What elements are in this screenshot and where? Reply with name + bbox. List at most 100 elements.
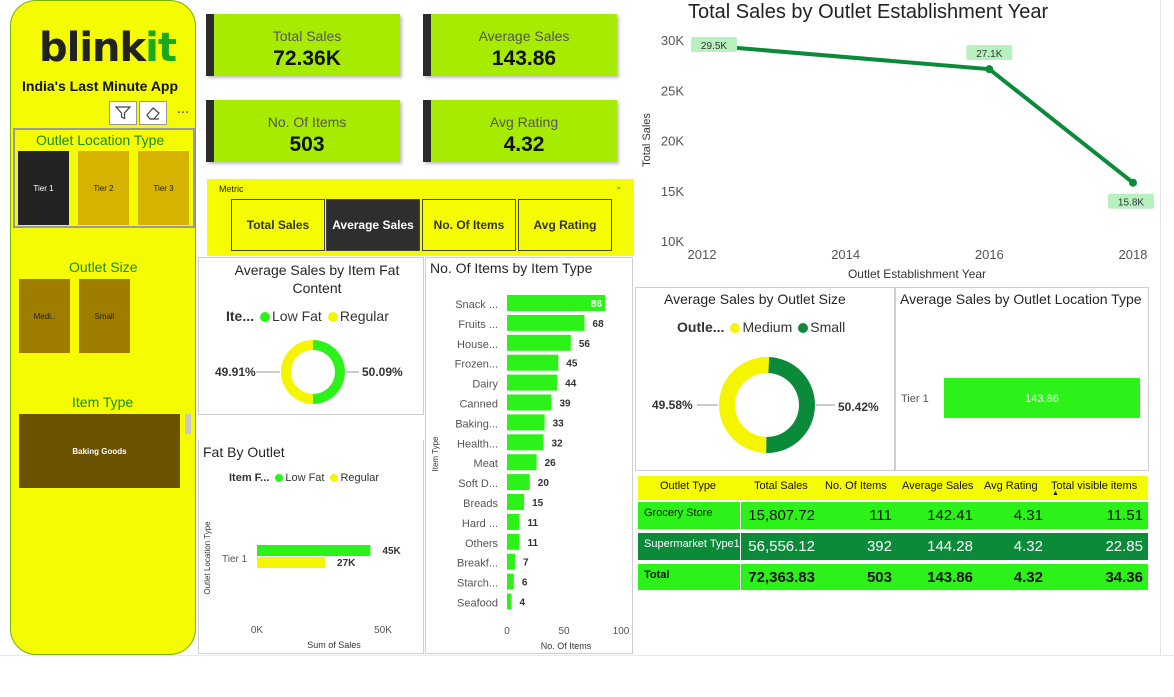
- y-tick-label: Snack ...: [455, 299, 498, 311]
- kpi-value: 143.86: [491, 47, 557, 70]
- chevron-down-icon[interactable]: ⌄: [615, 182, 623, 192]
- column-header-avg-rating[interactable]: Avg Rating: [984, 480, 1038, 492]
- column-header-no-of-items[interactable]: No. Of Items: [825, 480, 887, 492]
- items-by-type-panel[interactable]: No. Of Items by Item Type Snack ... 86 Fru…: [425, 257, 633, 654]
- outlet-size-panel[interactable]: Average Sales by Outlet Size Outle... Med…: [635, 287, 895, 471]
- data-label: 15: [532, 498, 544, 509]
- x-tick-label: 50: [558, 626, 570, 637]
- line-point: [1129, 178, 1137, 187]
- metric-button-total-sales[interactable]: Total Sales: [231, 199, 325, 251]
- y-tick-label: Tier 1: [901, 393, 929, 405]
- y-tick-label: Breakf...: [457, 558, 498, 570]
- line-chart-panel[interactable]: Total Sales by Outlet Establishment Year…: [636, 0, 1156, 285]
- more-options-icon[interactable]: ···: [169, 101, 197, 125]
- x-tick-label: 2016: [975, 247, 1004, 262]
- data-label: 45K: [382, 546, 401, 557]
- cell-average-sales: 143.86: [927, 569, 973, 586]
- kpi-label: Average Sales: [478, 28, 570, 44]
- item-type-scrollbar[interactable]: [185, 414, 191, 434]
- slicer-tile-baking-goods[interactable]: Baking Goods: [19, 414, 180, 488]
- data-label: 6: [522, 578, 528, 589]
- logo-text: blink: [39, 25, 146, 71]
- y-tick-label: 20K: [661, 134, 684, 149]
- y-tick-label: 25K: [661, 83, 684, 98]
- cell-total-sales: 72,363.83: [748, 569, 815, 586]
- fat-content-donut: [256, 340, 359, 404]
- slicer-tile-tier-3[interactable]: Tier 3: [138, 151, 189, 225]
- bar: [507, 374, 558, 391]
- kpi-average-sales[interactable]: Average Sales 143.86: [423, 14, 617, 76]
- dashboard-canvas: blinkit India's Last Minute App ··· Outl…: [0, 0, 1174, 697]
- y-tick-label: Fruits ...: [458, 319, 498, 331]
- table-row[interactable]: Supermarket Type1 56,556.12 392 144.28 4…: [638, 533, 1148, 560]
- outlet-location-panel[interactable]: Average Sales by Outlet Location Type Ti…: [895, 287, 1149, 471]
- x-tick-label: 50K: [374, 625, 392, 636]
- x-tick-label: 2014: [831, 247, 860, 262]
- column-header-average-sales[interactable]: Average Sales: [902, 480, 973, 492]
- metric-button-no-of-items[interactable]: No. Of Items: [422, 199, 516, 251]
- cell-total-visible-items: 34.36: [1105, 569, 1143, 586]
- donut-slice-medium: [719, 357, 770, 453]
- kpi-value: 72.36K: [273, 47, 341, 70]
- line-chart: 10K 15K 20K 25K 30K 2012 2014 2016 2018 Outlet Es…: [641, 33, 1154, 281]
- bar: [507, 354, 559, 371]
- bar: [507, 474, 530, 491]
- cell-total-visible-items: 11.51: [1106, 507, 1143, 524]
- y-tick-label: 30K: [661, 33, 684, 48]
- slicer-tile-medium[interactable]: Medi..: [19, 279, 70, 353]
- slicer-tile-tier-1[interactable]: Tier 1: [18, 151, 69, 225]
- bar: [507, 414, 545, 431]
- cell-average-sales: 142.41: [927, 507, 973, 524]
- x-axis-label: Outlet Establishment Year: [848, 267, 986, 281]
- data-label: 68: [593, 319, 605, 330]
- kpi-label: Total Sales: [272, 28, 342, 44]
- logo-accent-text: it: [145, 25, 177, 71]
- brand-logo: blinkit: [39, 25, 177, 71]
- column-header-outlet-type[interactable]: Outlet Type: [660, 480, 716, 492]
- kpi-no-of-items[interactable]: No. Of Items 503: [206, 100, 400, 162]
- y-tick-label: Breads: [463, 498, 498, 510]
- bar: [507, 434, 544, 451]
- y-tick-label: Frozen...: [455, 359, 498, 371]
- filter-icon[interactable]: [109, 101, 137, 125]
- eraser-icon[interactable]: [139, 101, 167, 125]
- y-tick-label: Dairy: [472, 379, 498, 391]
- data-label: 143.86: [1025, 393, 1059, 405]
- x-tick-label: 2018: [1119, 247, 1148, 262]
- data-label: 29.5K: [701, 41, 727, 52]
- bar: [507, 334, 571, 351]
- page-footer-space: [0, 655, 1174, 697]
- data-label: 7: [523, 558, 529, 569]
- slicer-tile-small[interactable]: Small: [79, 279, 130, 353]
- data-label: 44: [565, 379, 577, 390]
- kpi-value: 4.32: [503, 133, 545, 156]
- x-tick-label: 0: [504, 626, 510, 637]
- column-header-total-sales[interactable]: Total Sales: [754, 480, 808, 492]
- donut-label-small: 49.58%: [652, 398, 693, 412]
- fat-by-outlet-panel[interactable]: Fat By Outlet Item F... Low Fat Regular 45…: [198, 440, 424, 654]
- metric-button-avg-rating[interactable]: Avg Rating: [518, 199, 612, 251]
- bar: [507, 553, 515, 570]
- slicer-tile-tier-2[interactable]: Tier 2: [78, 151, 129, 225]
- kpi-avg-rating[interactable]: Avg Rating 4.32: [423, 100, 617, 162]
- kpi-total-sales[interactable]: Total Sales 72.36K: [206, 14, 400, 76]
- data-label: 27K: [337, 558, 356, 569]
- y-tick-label: Health...: [457, 438, 498, 450]
- sort-ascending-icon[interactable]: ▲: [1052, 490, 1059, 497]
- table-row[interactable]: Grocery Store 15,807.72 111 142.41 4.31 …: [638, 502, 1148, 529]
- y-tick-label: Meat: [474, 458, 498, 470]
- cell-no-of-items: 392: [866, 538, 892, 555]
- metric-selector: Metric ⌄ Total Sales Average Sales No. O…: [207, 179, 634, 256]
- cell-avg-rating: 4.31: [1013, 507, 1043, 524]
- table-total-row[interactable]: Total 72,363.83 503 143.86 4.32 34.36: [638, 564, 1148, 590]
- cell-total-label: Total: [644, 569, 670, 581]
- column-divider: [740, 502, 741, 590]
- y-axis-label: Item Type: [431, 436, 440, 472]
- metric-button-average-sales[interactable]: Average Sales: [326, 199, 420, 251]
- column-header-total-visible-items[interactable]: Total visible items: [1051, 480, 1137, 492]
- fat-content-panel[interactable]: Average Sales by Item Fat Content Ite...…: [198, 257, 424, 415]
- data-label: 15.8K: [1118, 198, 1144, 209]
- y-axis-label: Outlet Location Type: [203, 521, 212, 595]
- y-tick-label: Canned: [459, 399, 498, 411]
- cell-no-of-items: 111: [869, 507, 892, 524]
